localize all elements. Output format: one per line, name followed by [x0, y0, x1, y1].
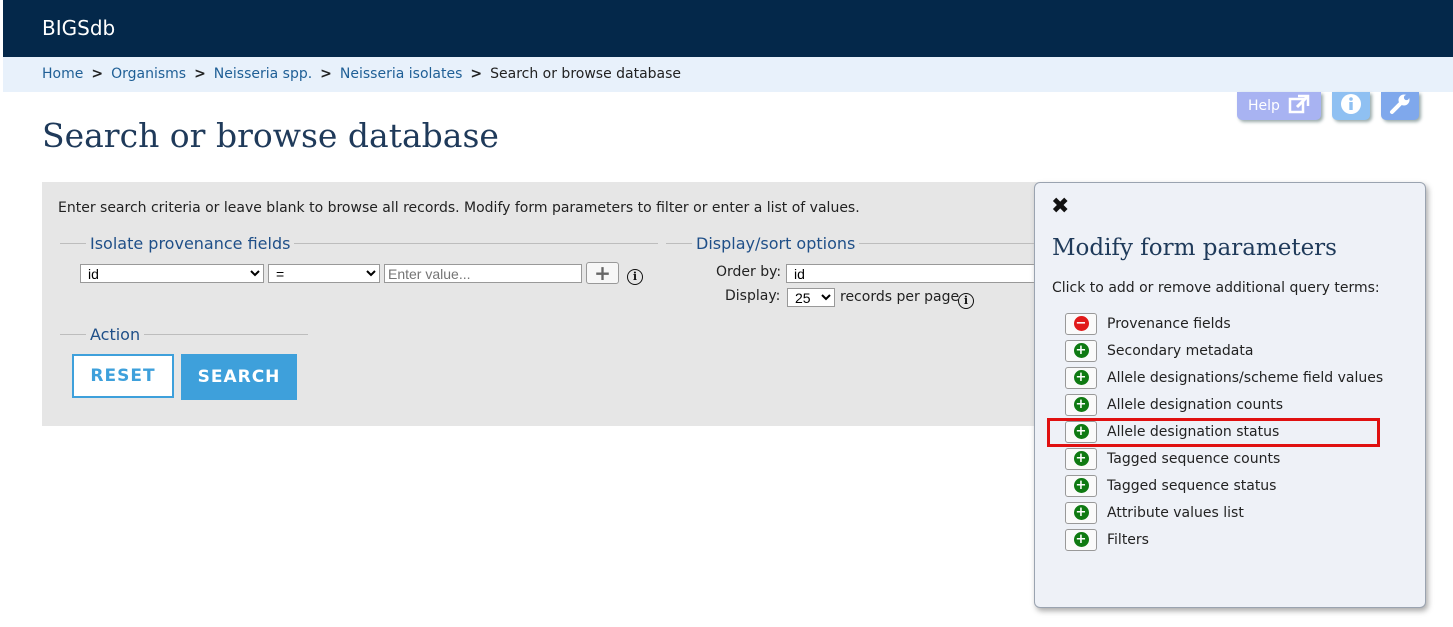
query-term-label: Provenance fields — [1107, 315, 1231, 332]
value-input[interactable] — [384, 264, 582, 283]
query-term-item: + Tagged sequence status — [1065, 472, 1383, 499]
display-label: Display: — [725, 288, 781, 304]
provenance-info-icon[interactable]: i — [627, 269, 643, 285]
close-icon[interactable]: ✖ — [1051, 194, 1069, 219]
plus-circle-icon: + — [1073, 397, 1089, 412]
plus-circle-icon: + — [1073, 343, 1089, 358]
breadcrumb-separator: > — [91, 66, 104, 82]
breadcrumb: Home > Organisms > Neisseria spp. > Neisseria … — [3, 57, 1453, 92]
brand-logo[interactable]: BIGSdb — [42, 16, 115, 40]
help-button[interactable]: Help — [1237, 92, 1321, 120]
query-term-label: Secondary metadata — [1107, 342, 1254, 359]
info-icon — [1340, 93, 1362, 119]
display-info-icon[interactable]: i — [958, 293, 974, 309]
add-term-button[interactable]: + — [1065, 393, 1097, 416]
add-term-button[interactable]: + — [1065, 501, 1097, 524]
order-by-label: Order by: — [716, 264, 782, 280]
remove-term-button[interactable]: − — [1065, 312, 1097, 335]
breadcrumb-neisseria-isolates[interactable]: Neisseria isolates — [340, 66, 462, 82]
breadcrumb-separator: > — [470, 66, 483, 82]
breadcrumb-separator: > — [194, 66, 206, 82]
modify-panel-description: Click to add or remove additional query … — [1052, 280, 1380, 296]
breadcrumb-home[interactable]: Home — [42, 66, 83, 82]
page-title: Search or browse database — [42, 116, 499, 155]
display-sort-legend: Display/sort options — [696, 234, 856, 253]
query-term-item: + Filters — [1065, 526, 1383, 553]
query-term-label: Tagged sequence counts — [1107, 450, 1281, 467]
query-term-item: + Tagged sequence counts — [1065, 445, 1383, 472]
query-term-label: Tagged sequence status — [1107, 477, 1277, 494]
breadcrumb-separator: > — [320, 66, 332, 82]
query-term-item: + Secondary metadata — [1065, 337, 1383, 364]
wrench-icon — [1388, 92, 1412, 120]
plus-circle-icon: + — [1073, 478, 1089, 493]
query-term-item: + Attribute values list — [1065, 499, 1383, 526]
plus-icon: + — [594, 261, 611, 285]
records-per-page-label: records per page — [840, 289, 960, 305]
tools-button[interactable] — [1381, 92, 1419, 120]
highlight-box — [1047, 418, 1380, 447]
query-term-item: + Allele designation counts — [1065, 391, 1383, 418]
query-term-label: Filters — [1107, 531, 1149, 548]
add-term-button[interactable]: + — [1065, 528, 1097, 551]
action-legend: Action — [90, 325, 141, 344]
add-term-button[interactable]: + — [1065, 339, 1097, 362]
help-label: Help — [1248, 98, 1280, 114]
breadcrumb-organisms[interactable]: Organisms — [111, 66, 186, 82]
modify-form-panel: ✖ Modify form parameters Click to add or… — [1034, 182, 1426, 608]
query-term-label: Allele designation counts — [1107, 396, 1284, 413]
query-term-item: + Allele designations/scheme field values — [1065, 364, 1383, 391]
add-row-button[interactable]: + — [586, 262, 619, 284]
reset-button[interactable]: RESET — [72, 354, 174, 398]
add-term-button[interactable]: + — [1065, 474, 1097, 497]
operator-select[interactable]: = — [268, 264, 380, 283]
top-bar: BIGSdb — [3, 0, 1453, 57]
add-term-button[interactable]: + — [1065, 366, 1097, 389]
search-form-panel: Enter search criteria or leave blank to … — [42, 182, 1116, 426]
minus-circle-icon: − — [1073, 316, 1089, 331]
info-button[interactable] — [1332, 92, 1370, 120]
plus-circle-icon: + — [1073, 532, 1089, 547]
provenance-fieldset: Isolate provenance fields — [60, 234, 658, 253]
query-term-item: − Provenance fields — [1065, 310, 1383, 337]
add-term-button[interactable]: + — [1065, 447, 1097, 470]
query-term-label: Attribute values list — [1107, 504, 1244, 521]
breadcrumb-neisseria-spp[interactable]: Neisseria spp. — [214, 66, 312, 82]
query-term-label: Allele designations/scheme field values — [1107, 369, 1384, 386]
external-link-icon — [1288, 94, 1310, 118]
modify-panel-title: Modify form parameters — [1052, 235, 1337, 261]
search-intro-text: Enter search criteria or leave blank to … — [58, 200, 860, 216]
records-per-page-select[interactable]: 25 — [787, 288, 835, 307]
provenance-legend: Isolate provenance fields — [90, 234, 291, 253]
action-fieldset: Action — [60, 325, 308, 344]
breadcrumb-current: Search or browse database — [490, 66, 682, 82]
search-button[interactable]: SEARCH — [181, 354, 297, 400]
field-select[interactable]: id — [80, 264, 264, 283]
plus-circle-icon: + — [1073, 505, 1089, 520]
plus-circle-icon: + — [1073, 370, 1089, 385]
plus-circle-icon: + — [1073, 451, 1089, 466]
